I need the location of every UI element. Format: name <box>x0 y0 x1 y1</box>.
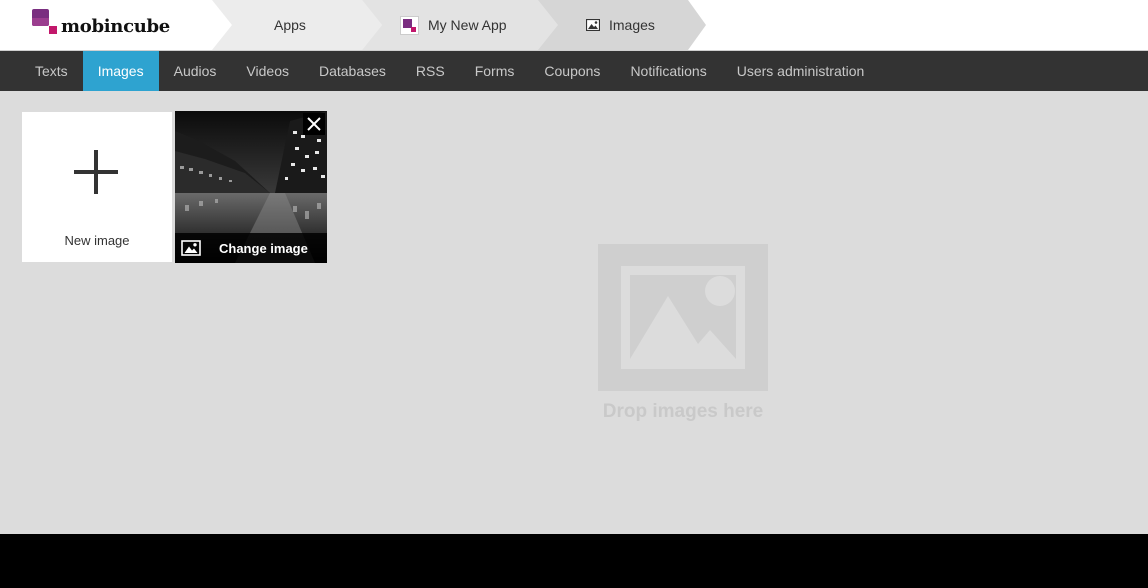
new-image-label: New image <box>64 233 130 248</box>
logo-mark-icon <box>32 9 58 35</box>
nav-item-notifications[interactable]: Notifications <box>615 51 721 91</box>
image-tile[interactable]: Change image <box>175 111 327 263</box>
breadcrumb-images[interactable]: Images <box>538 0 708 50</box>
breadcrumb-apps[interactable]: Apps <box>212 0 382 50</box>
drop-images-text: Drop images here <box>602 401 764 422</box>
nav-item-texts[interactable]: Texts <box>20 51 83 91</box>
nav-item-rss[interactable]: RSS <box>401 51 460 91</box>
app-icon <box>400 15 419 35</box>
breadcrumb-apps-label: Apps <box>274 17 306 33</box>
bottom-bar <box>0 534 1148 588</box>
change-image-label: Change image <box>219 240 308 256</box>
remove-image-button[interactable] <box>303 113 325 135</box>
new-image-tile[interactable]: New image <box>22 112 172 262</box>
images-panel: New image Change image Drop images here <box>0 91 1148 534</box>
image-icon <box>181 240 201 256</box>
nav-item-forms[interactable]: Forms <box>460 51 530 91</box>
nav-item-images[interactable]: Images <box>82 51 159 91</box>
nav-item-videos[interactable]: Videos <box>231 51 304 91</box>
plus-icon <box>74 150 118 194</box>
nav-item-audios[interactable]: Audios <box>159 51 232 91</box>
section-nav: Texts Images Audios Videos Databases RSS… <box>0 51 1148 91</box>
top-header: mobincube Apps My New App Images <box>0 0 1148 51</box>
nav-item-coupons[interactable]: Coupons <box>529 51 615 91</box>
breadcrumb-app-label: My New App <box>428 17 507 33</box>
nav-item-databases[interactable]: Databases <box>304 51 401 91</box>
breadcrumb-app[interactable]: My New App <box>362 0 562 50</box>
breadcrumb-images-label: Images <box>609 17 655 33</box>
change-image-button[interactable]: Change image <box>175 233 327 263</box>
image-icon <box>586 19 600 31</box>
close-icon <box>307 117 321 131</box>
nav-item-users-administration[interactable]: Users administration <box>722 51 880 91</box>
brand-name: mobincube <box>61 15 170 37</box>
brand-logo[interactable]: mobincube <box>32 8 170 37</box>
drop-image-icon <box>598 244 768 391</box>
